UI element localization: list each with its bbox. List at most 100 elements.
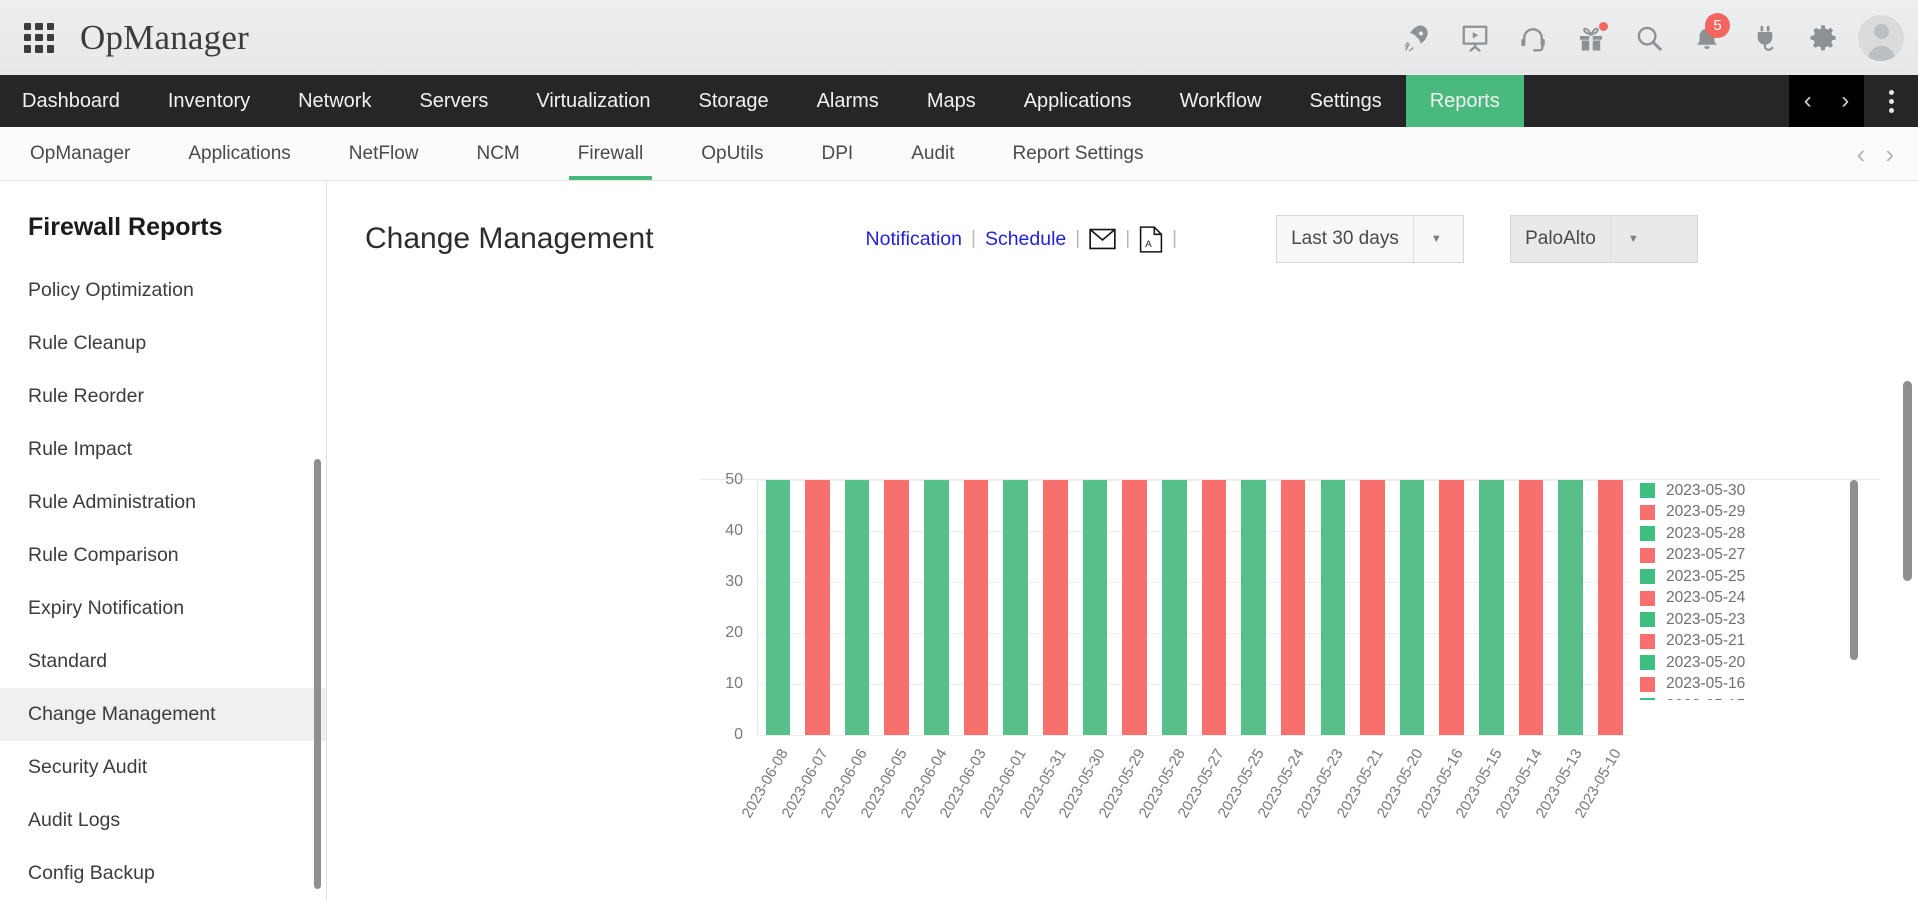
legend-label: 2023-05-27 — [1666, 546, 1746, 564]
chevron-down-icon: ▼ — [1412, 216, 1459, 262]
schedule-link[interactable]: Schedule — [985, 228, 1066, 251]
page-scrollbar[interactable] — [1903, 381, 1912, 581]
sidebar-item-audit-logs[interactable]: Audit Logs — [0, 794, 326, 847]
chart-bar[interactable] — [1280, 480, 1306, 735]
legend-scrollbar[interactable] — [1850, 480, 1858, 660]
subnav-item-applications[interactable]: Applications — [159, 127, 319, 180]
legend-item[interactable]: 2023-05-20 — [1640, 652, 1840, 674]
subnav-item-ncm[interactable]: NCM — [447, 127, 548, 180]
sidebar-item-security-audit[interactable]: Security Audit — [0, 741, 326, 794]
sidebar-item-rule-cleanup[interactable]: Rule Cleanup — [0, 317, 326, 370]
app-grid-icon[interactable] — [22, 21, 56, 55]
legend-item[interactable]: 2023-05-27 — [1640, 545, 1840, 567]
sidebar-item-policy-optimization[interactable]: Policy Optimization — [0, 264, 326, 317]
chart-gridline — [758, 735, 1630, 736]
legend-item[interactable]: 2023-05-15 — [1640, 695, 1840, 700]
nav-item-applications[interactable]: Applications — [1000, 75, 1156, 127]
chart-bar[interactable] — [924, 480, 949, 735]
chart-bar[interactable] — [844, 480, 870, 735]
nav-prev-arrow-icon[interactable]: ‹ — [1804, 89, 1812, 113]
nav-item-storage[interactable]: Storage — [675, 75, 793, 127]
avatar[interactable] — [1858, 14, 1904, 61]
chart-bar[interactable] — [1122, 480, 1147, 735]
legend-item[interactable]: 2023-05-16 — [1640, 674, 1840, 696]
sidebar-scrollbar[interactable] — [314, 459, 321, 889]
legend-item[interactable]: 2023-05-30 — [1640, 480, 1840, 502]
subnav-prev-arrow-icon[interactable]: ‹ — [1857, 141, 1866, 167]
date-range-dropdown[interactable]: Last 30 days ▼ — [1276, 215, 1465, 263]
plug-icon[interactable] — [1736, 9, 1794, 67]
chart-bar[interactable] — [1003, 480, 1028, 735]
chart-bar-cell — [1392, 480, 1432, 735]
bell-icon[interactable]: 5 — [1678, 9, 1736, 67]
sidebar-item-change-management[interactable]: Change Management — [0, 688, 326, 741]
presentation-icon[interactable] — [1446, 9, 1504, 67]
chart-bar[interactable] — [1399, 480, 1425, 735]
chart-bar[interactable] — [963, 480, 989, 735]
chart-bar[interactable] — [1597, 480, 1623, 735]
chart-bar[interactable] — [1518, 480, 1544, 735]
subnav-next-arrow-icon[interactable]: › — [1885, 141, 1894, 167]
nav-item-workflow[interactable]: Workflow — [1156, 75, 1286, 127]
subnav-item-oputils[interactable]: OpUtils — [672, 127, 792, 180]
chart-bar[interactable] — [1360, 480, 1385, 735]
chart-bar[interactable] — [1201, 480, 1227, 735]
chart-bar[interactable] — [1439, 480, 1464, 735]
subnav-item-firewall[interactable]: Firewall — [549, 127, 672, 180]
nav-item-dashboard[interactable]: Dashboard — [0, 75, 144, 127]
headset-icon[interactable] — [1504, 9, 1562, 67]
sidebar-item-config-backup[interactable]: Config Backup — [0, 847, 326, 900]
legend-item[interactable]: 2023-05-23 — [1640, 609, 1840, 631]
chart-bar[interactable] — [765, 480, 791, 735]
chart-bar-cell — [956, 480, 996, 735]
nav-more-menu-icon[interactable] — [1864, 75, 1918, 127]
chart-bar[interactable] — [805, 480, 830, 735]
nav-item-virtualization[interactable]: Virtualization — [512, 75, 674, 127]
gear-icon[interactable] — [1794, 9, 1852, 67]
sidebar-item-rule-impact[interactable]: Rule Impact — [0, 423, 326, 476]
nav-item-network[interactable]: Network — [274, 75, 395, 127]
chart-bar[interactable] — [1558, 480, 1583, 735]
chart-bar[interactable] — [1161, 480, 1187, 735]
sidebar-item-rule-administration[interactable]: Rule Administration — [0, 476, 326, 529]
envelope-icon[interactable] — [1089, 228, 1116, 250]
chart-bar[interactable] — [884, 480, 910, 735]
chart-bar[interactable] — [1479, 480, 1504, 735]
gift-icon[interactable] — [1562, 9, 1620, 67]
legend-item[interactable]: 2023-05-28 — [1640, 523, 1840, 545]
subnav-item-netflow[interactable]: NetFlow — [320, 127, 448, 180]
chart-bar[interactable] — [1043, 480, 1068, 735]
nav-item-inventory[interactable]: Inventory — [144, 75, 274, 127]
device-dropdown[interactable]: PaloAlto ▼ — [1510, 215, 1699, 263]
legend-item[interactable]: 2023-05-29 — [1640, 502, 1840, 524]
pdf-icon[interactable]: A — [1139, 225, 1163, 253]
search-icon[interactable] — [1620, 9, 1678, 67]
legend-item[interactable]: 2023-05-25 — [1640, 566, 1840, 588]
nav-item-settings[interactable]: Settings — [1285, 75, 1405, 127]
legend-item[interactable]: 2023-05-21 — [1640, 631, 1840, 653]
chart-bar[interactable] — [1082, 480, 1108, 735]
subnav-item-report-settings[interactable]: Report Settings — [984, 127, 1173, 180]
notification-link[interactable]: Notification — [866, 228, 962, 251]
nav-next-arrow-icon[interactable]: › — [1841, 89, 1849, 113]
sidebar-item-standard[interactable]: Standard — [0, 635, 326, 688]
gift-notification-dot — [1599, 21, 1608, 31]
subnav-item-opmanager[interactable]: OpManager — [0, 127, 159, 180]
subnav-item-dpi[interactable]: DPI — [793, 127, 883, 180]
nav-item-alarms[interactable]: Alarms — [793, 75, 903, 127]
chart-bar[interactable] — [1241, 480, 1266, 735]
nav-item-reports[interactable]: Reports — [1405, 75, 1524, 127]
sidebar-item-rule-reorder[interactable]: Rule Reorder — [0, 370, 326, 423]
sidebar-item-rule-comparison[interactable]: Rule Comparison — [0, 529, 326, 582]
nav-item-maps[interactable]: Maps — [903, 75, 1000, 127]
chart-bar[interactable] — [1320, 480, 1346, 735]
nav-item-servers[interactable]: Servers — [395, 75, 512, 127]
subnav-item-audit[interactable]: Audit — [882, 127, 983, 180]
top-bar: OpManager 5 — [0, 0, 1918, 75]
legend-label: 2023-05-20 — [1666, 653, 1746, 671]
rocket-icon[interactable] — [1388, 9, 1446, 67]
chart-bar-cell — [1234, 480, 1274, 735]
svg-text:A: A — [1145, 239, 1152, 250]
legend-item[interactable]: 2023-05-24 — [1640, 588, 1840, 610]
sidebar-item-expiry-notification[interactable]: Expiry Notification — [0, 582, 326, 635]
